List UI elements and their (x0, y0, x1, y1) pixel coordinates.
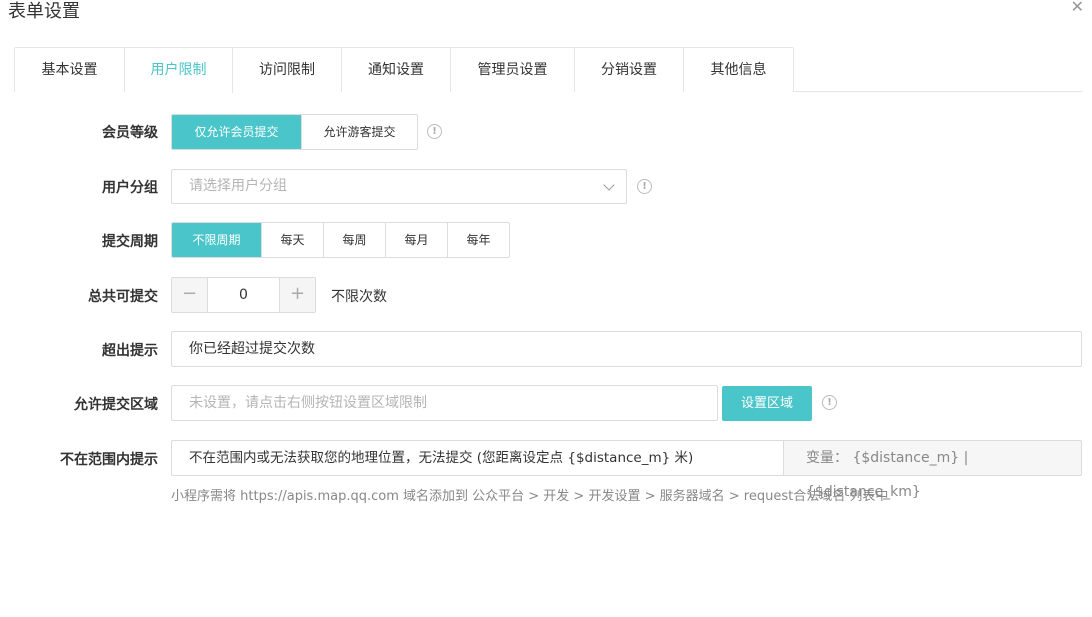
total-submits-value[interactable]: 0 (207, 278, 280, 312)
submit-cycle-label: 提交周期 (102, 234, 158, 250)
help-text: 小程序需将 https://apis.map.qq.com 域名添加到 公众平台… (171, 489, 889, 504)
out-of-range-label: 不在范围内提示 (60, 452, 158, 468)
increment-button[interactable]: + (280, 278, 315, 312)
tab-basic-settings[interactable]: 基本设置 (15, 48, 125, 92)
info-circle-icon[interactable]: ! (427, 124, 442, 139)
decrement-button[interactable]: − (172, 278, 207, 312)
submit-cycle-selector: 不限周期 每天 每周 每月 每年 (171, 222, 510, 258)
tab-distribution-settings[interactable]: 分销设置 (575, 48, 684, 92)
unlimited-count-note: 不限次数 (331, 289, 387, 305)
info-circle-icon[interactable]: ! (822, 395, 837, 410)
cycle-monthly-option[interactable]: 每月 (386, 223, 448, 257)
tab-user-limits[interactable]: 用户限制 (125, 48, 233, 93)
member-level-selector: 仅允许会员提交 允许游客提交 (171, 114, 418, 150)
cycle-daily-option[interactable]: 每天 (262, 223, 324, 257)
tab-notification-settings[interactable]: 通知设置 (342, 48, 451, 92)
total-submits-stepper: − 0 + (171, 277, 316, 313)
allowed-region-label: 允许提交区域 (74, 397, 158, 413)
variables-addon: 变量： {$distance_m} | {$distance_km} (784, 440, 1082, 500)
member-only-option[interactable]: 仅允许会员提交 (172, 115, 302, 149)
cycle-weekly-option[interactable]: 每周 (324, 223, 386, 257)
member-level-label: 会员等级 (102, 125, 158, 141)
user-group-select[interactable]: 请选择用户分组 (171, 169, 627, 204)
info-circle-icon[interactable]: ! (637, 179, 652, 194)
cycle-yearly-option[interactable]: 每年 (448, 223, 509, 257)
user-group-label: 用户分组 (102, 180, 158, 196)
total-submits-label: 总共可提交 (88, 289, 158, 305)
guest-allowed-option[interactable]: 允许游客提交 (302, 115, 417, 149)
tab-access-limits[interactable]: 访问限制 (233, 48, 342, 92)
user-group-placeholder: 请选择用户分组 (189, 178, 287, 194)
over-tip-label: 超出提示 (102, 343, 158, 359)
over-tip-input[interactable]: 你已经超过提交次数 (171, 331, 1082, 367)
tab-other-info[interactable]: 其他信息 (684, 48, 793, 92)
allowed-region-input[interactable]: 未设置，请点击右侧按钮设置区域限制 (171, 385, 718, 421)
close-icon[interactable]: ✕ (1071, 0, 1084, 16)
out-of-range-input[interactable]: 不在范围内或无法获取您的地理位置，无法提交 (您距离设定点 {$distance… (171, 440, 784, 476)
dialog-title: 表单设置 (8, 1, 80, 22)
chevron-down-icon (603, 179, 615, 191)
tab-bar: 基本设置 用户限制 访问限制 通知设置 管理员设置 分销设置 其他信息 (14, 47, 1083, 93)
cycle-unlimited-option[interactable]: 不限周期 (172, 223, 262, 257)
allowed-region-placeholder: 未设置，请点击右侧按钮设置区域限制 (189, 395, 427, 411)
set-region-button[interactable]: 设置区域 (722, 386, 812, 421)
tab-admin-settings[interactable]: 管理员设置 (451, 48, 575, 92)
